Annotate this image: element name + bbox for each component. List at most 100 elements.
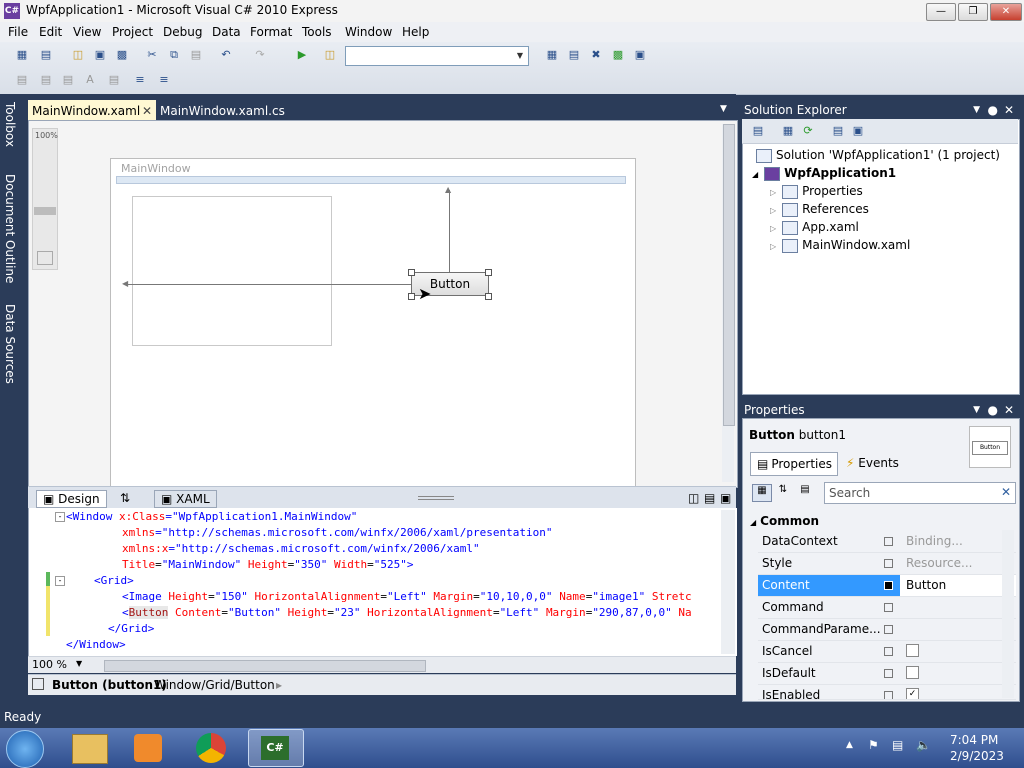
property-marker-icon[interactable] xyxy=(884,625,893,634)
document-outline-side-tab[interactable]: Document Outline xyxy=(3,174,17,283)
menu-file[interactable]: File xyxy=(8,25,28,39)
property-marker-icon[interactable] xyxy=(884,603,893,612)
property-marker-icon[interactable] xyxy=(884,559,893,568)
cut-icon[interactable]: ✂ xyxy=(144,47,160,63)
pin-icon[interactable]: ● xyxy=(988,101,998,119)
tree-item-references[interactable]: ▷ References xyxy=(770,202,869,217)
refresh-icon[interactable]: ⟳ xyxy=(800,123,816,139)
add-item-icon[interactable]: ▤ xyxy=(38,47,54,63)
category-common[interactable]: ◢ Common xyxy=(746,512,1000,530)
property-row[interactable]: IsCancel xyxy=(758,641,1016,663)
network-icon[interactable]: ▤ xyxy=(892,738,903,752)
indent-icon[interactable]: ≡ xyxy=(156,72,172,88)
tree-item-mainwindow-xaml[interactable]: ▷ MainWindow.xaml xyxy=(770,238,910,253)
undo-icon[interactable]: ↶ xyxy=(218,47,234,63)
menu-view[interactable]: View xyxy=(73,25,101,39)
collapse-grid-icon[interactable]: - xyxy=(55,576,65,586)
menu-help[interactable]: Help xyxy=(402,25,429,39)
clock-date[interactable]: 2/9/2023 xyxy=(950,749,1004,763)
chevron-down-icon[interactable]: ▼ xyxy=(76,659,82,668)
show-all-files-icon[interactable]: ▦ xyxy=(780,123,796,139)
editor-zoom-combo[interactable]: 100 % xyxy=(32,658,67,671)
breadcrumb-selected[interactable]: Button (button1) xyxy=(52,678,167,692)
file-explorer-icon[interactable] xyxy=(72,734,108,764)
property-value[interactable]: Resource... xyxy=(906,556,972,570)
clear-search-icon[interactable]: ✕ xyxy=(1001,485,1011,499)
hscroll-thumb[interactable] xyxy=(104,660,426,672)
extension-manager-icon[interactable]: ▣ xyxy=(632,47,648,63)
solution-explorer-icon[interactable]: ▦ xyxy=(544,47,560,63)
media-player-icon[interactable] xyxy=(134,734,162,762)
breadcrumb-path[interactable]: Window/Grid/Button xyxy=(154,678,275,692)
solution-configuration-combo[interactable]: ▼ xyxy=(345,46,529,66)
editor-horizontal-scrollbar[interactable]: 100 % ▼ xyxy=(28,656,736,673)
tree-item-app-xaml[interactable]: ▷ App.xaml xyxy=(770,220,859,235)
close-tab-icon[interactable]: ✕ xyxy=(142,100,152,122)
vertical-split-icon[interactable]: ◫ xyxy=(686,490,701,506)
tree-item-properties[interactable]: ▷ Properties xyxy=(770,184,863,199)
font-size-icon[interactable]: A xyxy=(82,72,98,88)
property-row[interactable]: IsDefault xyxy=(758,663,1016,685)
tab-mainwindow-xaml[interactable]: MainWindow.xaml ✕ xyxy=(28,100,156,122)
data-sources-side-tab[interactable]: Data Sources xyxy=(3,304,17,384)
property-value[interactable]: Button xyxy=(906,578,946,592)
paste-icon[interactable]: ▤ xyxy=(188,47,204,63)
menu-window[interactable]: Window xyxy=(345,25,392,39)
property-marker-icon[interactable] xyxy=(884,669,893,678)
chevron-down-icon[interactable]: ▼ xyxy=(513,48,527,64)
property-marker-icon[interactable] xyxy=(884,691,893,699)
alphabetical-sort-icon[interactable]: ⇅ xyxy=(774,484,792,500)
properties-window-icon[interactable]: ▤ xyxy=(566,47,582,63)
property-row[interactable]: CommandParame... xyxy=(758,619,1016,641)
property-marker-icon[interactable] xyxy=(884,647,893,656)
minimize-button[interactable]: — xyxy=(926,3,956,21)
view-designer-icon[interactable]: ▣ xyxy=(850,123,866,139)
isdefault-checkbox[interactable] xyxy=(906,666,919,679)
property-row[interactable]: Command xyxy=(758,597,1016,619)
selected-object-name[interactable]: button1 xyxy=(799,428,846,442)
menu-debug[interactable]: Debug xyxy=(163,25,202,39)
collapsed-arrow-icon[interactable]: ▷ xyxy=(770,206,776,215)
collapse-category-icon[interactable]: ◢ xyxy=(750,518,756,527)
property-row[interactable]: Style Resource... xyxy=(758,553,1016,575)
view-code-icon[interactable]: ▤ xyxy=(830,123,846,139)
tag-navigator-icon[interactable] xyxy=(32,678,44,690)
resize-handle[interactable] xyxy=(485,269,492,276)
close-panel-icon[interactable]: ✕ xyxy=(1004,401,1014,419)
open-file-icon[interactable]: ◫ xyxy=(70,47,86,63)
maximize-button[interactable]: ❐ xyxy=(958,3,988,21)
menu-edit[interactable]: Edit xyxy=(39,25,62,39)
expanded-arrow-icon[interactable]: ◢ xyxy=(752,170,758,179)
collapsed-arrow-icon[interactable]: ▷ xyxy=(770,224,776,233)
visual-csharp-taskbar-button[interactable]: C# xyxy=(248,729,304,767)
properties-scrollbar[interactable] xyxy=(1002,530,1014,698)
tab-design[interactable]: ▣ Design xyxy=(36,490,107,508)
tab-xaml[interactable]: ▣ XAML xyxy=(154,490,217,508)
save-icon[interactable]: ▣ xyxy=(92,47,108,63)
tree-item-project[interactable]: ◢ WpfApplication1 xyxy=(752,166,896,181)
categorized-view-icon[interactable]: ▦ xyxy=(752,484,772,502)
tree-item-solution[interactable]: Solution 'WpfApplication1' (1 project) xyxy=(756,148,1000,163)
property-row[interactable]: DataContext Binding... xyxy=(758,531,1016,553)
menu-tools[interactable]: Tools xyxy=(302,25,332,39)
fit-to-window-icon[interactable] xyxy=(37,251,53,265)
toolbox-side-tab[interactable]: Toolbox xyxy=(3,102,17,147)
splitter-grip[interactable] xyxy=(418,496,454,500)
image1-placeholder[interactable] xyxy=(132,196,332,346)
show-hidden-icons-icon[interactable]: ▲ xyxy=(846,740,853,750)
horizontal-split-icon[interactable]: ▤ xyxy=(702,490,717,506)
align-centers-icon[interactable]: ▤ xyxy=(38,72,54,88)
redo-icon[interactable]: ↷ xyxy=(252,47,268,63)
resize-handle[interactable] xyxy=(408,269,415,276)
iscancel-checkbox[interactable] xyxy=(906,644,919,657)
visual-csharp-app-icon[interactable]: C# xyxy=(4,3,20,19)
scrollbar-thumb[interactable] xyxy=(723,124,735,426)
collapsed-arrow-icon[interactable]: ▷ xyxy=(770,188,776,197)
property-row[interactable]: IsEnabled ✓ xyxy=(758,685,1016,700)
property-value[interactable]: Binding... xyxy=(906,534,963,548)
pin-icon[interactable]: ● xyxy=(988,401,998,419)
resize-handle[interactable] xyxy=(485,293,492,300)
start-button[interactable] xyxy=(6,730,44,768)
swap-panes-icon[interactable]: ⇅ xyxy=(114,490,136,506)
close-panel-icon[interactable]: ✕ xyxy=(1004,101,1014,119)
